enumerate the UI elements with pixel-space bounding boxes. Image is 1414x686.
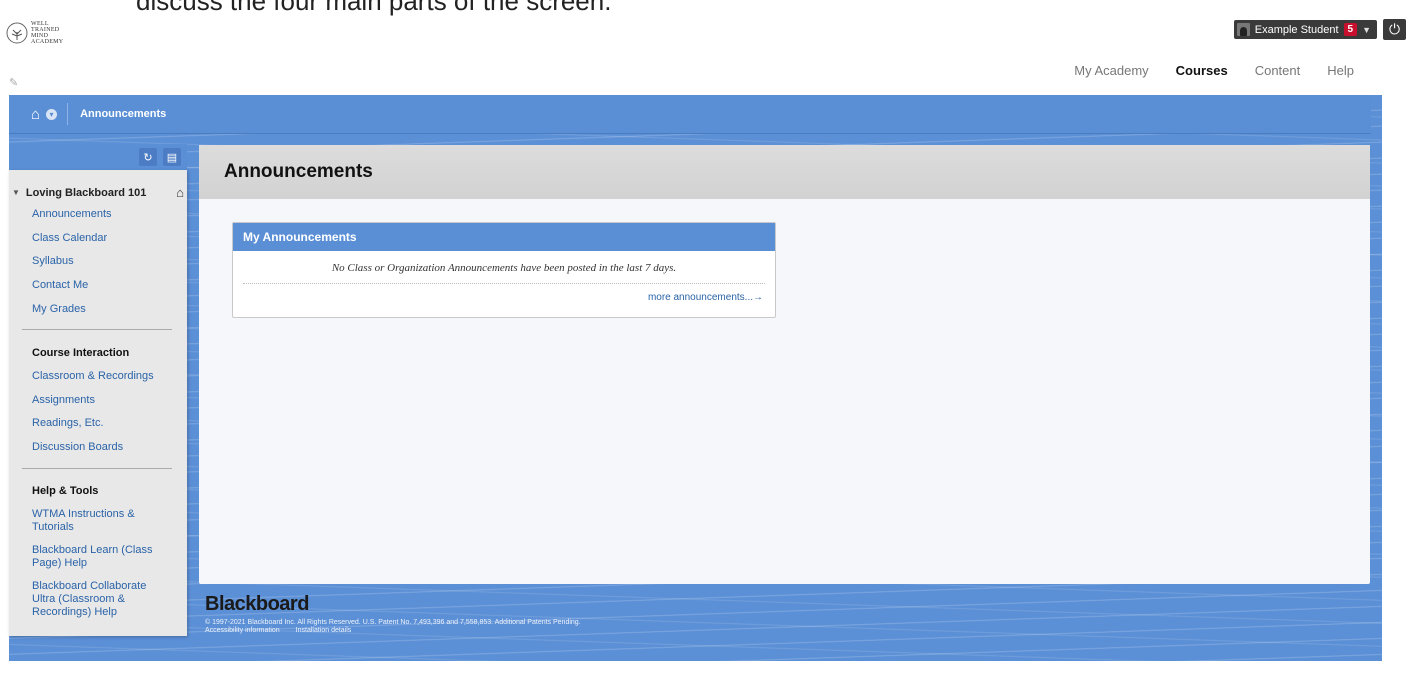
sidebar-heading-course-interaction: Course Interaction <box>32 347 130 359</box>
tree-logo-icon <box>6 22 28 44</box>
sidebar-item-wtma-instructions[interactable]: WTMA Instructions & Tutorials <box>32 508 164 534</box>
sidebar-heading-help-tools: Help & Tools <box>32 485 99 497</box>
divider <box>22 468 172 469</box>
footer: Blackboard © 1997-2021 Blackboard Inc. A… <box>205 593 581 634</box>
sidebar-item-discussion-boards[interactable]: Discussion Boards <box>32 441 182 454</box>
breadcrumb-home[interactable]: ⌂ ▾ <box>31 105 58 123</box>
sidebar-item-contact-me[interactable]: Contact Me <box>32 279 182 292</box>
collapse-triangle-icon[interactable]: ▼ <box>12 188 20 197</box>
installation-link[interactable]: Installation details <box>296 627 352 634</box>
academy-logo[interactable]: WELL TRAINED MIND ACADEMY <box>6 20 74 46</box>
sidebar-item-my-grades[interactable]: My Grades <box>32 303 182 316</box>
course-title[interactable]: ▼ Loving Blackboard 101 ⌂ <box>12 185 184 200</box>
sidebar-item-collaborate-help[interactable]: Blackboard Collaborate Ultra (Classroom … <box>32 580 172 619</box>
top-nav-help[interactable]: Help <box>1327 63 1354 78</box>
top-nav: My Academy Courses Content Help <box>1074 63 1354 78</box>
breadcrumb-current: Announcements <box>80 108 167 120</box>
course-menu: ▼ Loving Blackboard 101 ⌂ Announcements … <box>9 170 187 636</box>
top-nav-courses[interactable]: Courses <box>1176 63 1228 78</box>
top-nav-my-academy[interactable]: My Academy <box>1074 63 1148 78</box>
user-name: Example Student <box>1254 23 1339 36</box>
sidebar-item-syllabus[interactable]: Syllabus <box>32 255 182 268</box>
sidebar-item-assignments[interactable]: Assignments <box>32 394 182 407</box>
sidebar-item-readings[interactable]: Readings, Etc. <box>32 417 182 430</box>
refresh-icon[interactable]: ↻ <box>139 148 157 166</box>
top-nav-content[interactable]: Content <box>1255 63 1301 78</box>
copyright-text: © 1997-2021 Blackboard Inc. All Rights R… <box>205 619 581 626</box>
empty-message: No Class or Organization Announcements h… <box>331 262 677 274</box>
sidebar-item-learn-help[interactable]: Blackboard Learn (Class Page) Help <box>32 544 167 570</box>
course-home-icon[interactable]: ⌂ <box>176 185 184 200</box>
divider <box>243 283 765 284</box>
edit-pencil-icon[interactable]: ✎ <box>9 76 21 89</box>
divider <box>67 103 69 125</box>
sidebar-item-class-calendar[interactable]: Class Calendar <box>32 232 182 245</box>
user-area: Example Student 5 ▼ ⏻ <box>1233 19 1406 40</box>
announcements-module: My Announcements No Class or Organizatio… <box>232 222 776 318</box>
sidebar-toolbar: ↻ ▤ <box>9 144 187 170</box>
logo-line: ACADEMY <box>31 39 64 45</box>
chevron-down-icon: ▼ <box>1362 24 1371 35</box>
blackboard-logo: Blackboard <box>205 593 309 615</box>
content-header: Announcements <box>199 145 1370 199</box>
sidebar-item-classroom-recordings[interactable]: Classroom & Recordings <box>32 370 182 383</box>
chevron-down-icon[interactable]: ▾ <box>46 108 58 120</box>
notification-badge: 5 <box>1343 23 1358 36</box>
module-title: My Announcements <box>233 223 775 251</box>
user-menu-button[interactable]: Example Student 5 ▼ <box>1233 20 1377 39</box>
folder-icon[interactable]: ▤ <box>163 148 181 166</box>
accessibility-link[interactable]: Accessibility information <box>205 627 280 634</box>
logout-power-icon[interactable]: ⏻ <box>1383 19 1406 40</box>
home-icon: ⌂ <box>31 105 41 123</box>
content-panel: Announcements My Announcements No Class … <box>199 145 1370 584</box>
sidebar-item-announcements[interactable]: Announcements <box>32 208 182 221</box>
avatar <box>1236 23 1250 36</box>
breadcrumb: ⌂ ▾ Announcements <box>9 95 1371 134</box>
more-announcements-link[interactable]: more announcements...→ <box>233 292 763 303</box>
footer-links: Accessibility information Installation d… <box>205 627 581 634</box>
divider <box>22 329 172 330</box>
slide-caption: discuss the four main parts of the scree… <box>136 0 612 16</box>
page-title: Announcements <box>224 161 373 182</box>
